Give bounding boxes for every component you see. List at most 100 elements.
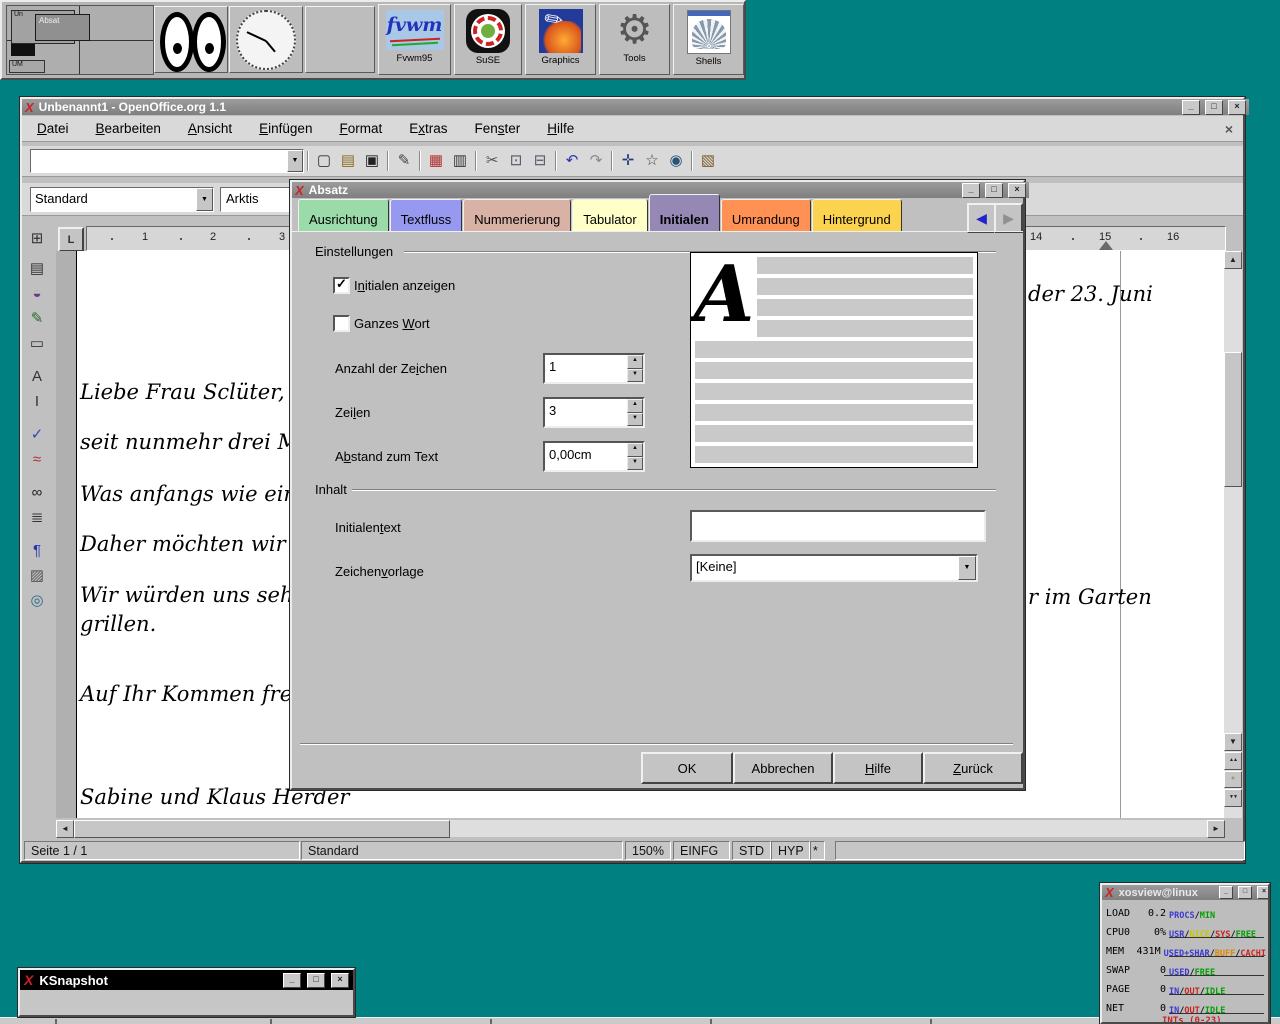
tab-hintergrund[interactable]: Hintergrund — [812, 199, 902, 231]
menu-einfuegen[interactable]: Einfügen — [259, 121, 312, 136]
menu-extras[interactable]: Extras — [409, 121, 447, 136]
maximize-button[interactable]: □ — [1205, 100, 1223, 115]
insert-table-icon[interactable]: ⊞ — [25, 227, 49, 251]
status-insert-mode[interactable]: EINFG — [673, 841, 730, 860]
spin-up-icon[interactable]: ▲ — [627, 443, 643, 457]
dialog-close-button[interactable]: × — [1008, 183, 1026, 198]
scroll-right-button[interactable]: ► — [1207, 820, 1225, 838]
find-replace-icon[interactable]: ∞ — [25, 481, 49, 505]
copy-icon[interactable]: ⊡ — [504, 149, 528, 173]
tab-ausrichtung[interactable]: Ausrichtung — [298, 199, 389, 231]
navigation-button[interactable]: ● — [1224, 771, 1242, 788]
navigator-icon[interactable]: ✛ — [616, 149, 640, 173]
show-dropcaps-label[interactable]: Initialen anzeigen — [354, 278, 455, 293]
insert-icon[interactable]: ▤ — [25, 257, 49, 281]
undo-icon[interactable]: ↶ — [560, 149, 584, 173]
right-indent-marker[interactable] — [1099, 241, 1113, 250]
tab-textfluss[interactable]: Textfluss — [390, 199, 463, 231]
menu-fenster[interactable]: Fenster — [475, 121, 521, 136]
scrollbar-thumb[interactable] — [74, 820, 450, 838]
minimize-button[interactable]: _ — [1182, 100, 1200, 115]
pager-iconified-window[interactable] — [11, 44, 35, 56]
edit-file-icon[interactable]: ✎ — [392, 149, 416, 173]
dropcap-text-input[interactable] — [690, 510, 986, 542]
status-zoom[interactable]: 150% — [625, 841, 671, 860]
paragraph-style-combobox[interactable]: Standard ▼ — [30, 187, 214, 212]
status-hyperlink-mode[interactable]: HYP — [771, 841, 810, 860]
vertical-scrollbar[interactable]: ▲ ▼ ▲▲ ● ▼▼ — [1224, 251, 1242, 818]
ksnapshot-close-button[interactable]: × — [331, 973, 349, 988]
whole-word-checkbox[interactable] — [333, 315, 350, 332]
stylist-icon[interactable]: ☆ — [640, 149, 664, 173]
menu-hilfe[interactable]: Hilfe — [547, 121, 574, 136]
dialog-maximize-button[interactable]: □ — [985, 183, 1003, 198]
num-chars-spinner[interactable]: 1 ▲▼ — [543, 353, 645, 384]
back-button[interactable]: Zurück — [923, 752, 1023, 784]
spin-up-icon[interactable]: ▲ — [627, 399, 643, 413]
show-dropcaps-checkbox[interactable] — [333, 277, 350, 294]
spin-down-icon[interactable]: ▼ — [627, 457, 643, 471]
cancel-button[interactable]: Abbrechen — [733, 752, 833, 784]
hyperlink-icon[interactable]: ◉ — [664, 149, 688, 173]
scrollbar-thumb[interactable] — [1224, 352, 1242, 487]
char-style-dropdown-icon[interactable]: ▼ — [958, 556, 976, 580]
spin-down-icon[interactable]: ▼ — [627, 369, 643, 383]
data-sources-icon[interactable]: ≣ — [25, 506, 49, 530]
tab-tabulator[interactable]: Tabulator — [572, 199, 647, 231]
writer-titlebar[interactable]: X Unbenannt1 - OpenOffice.org 1.1 _ □ × — [22, 99, 1249, 115]
launcher-shells[interactable]: Shells — [673, 4, 744, 75]
menu-datei[interactable]: Datei — [37, 121, 69, 136]
pager-mini-window-front[interactable]: Absat — [35, 14, 90, 41]
online-layout-icon[interactable]: ◎ — [25, 589, 49, 613]
status-page-style[interactable]: Standard — [301, 841, 623, 860]
menu-ansicht[interactable]: Ansicht — [188, 121, 232, 136]
tab-scroll-next-button[interactable]: ▶ — [994, 203, 1023, 233]
scroll-down-button[interactable]: ▼ — [1224, 733, 1242, 751]
print-file-icon[interactable]: ▥ — [448, 149, 472, 173]
launcher-graphics[interactable]: ✎ Graphics — [525, 4, 596, 75]
launcher-tools[interactable]: ⚙ Shells Tools — [599, 4, 670, 75]
distance-spinner[interactable]: 0,00cm ▲▼ — [543, 441, 645, 472]
menu-bearbeiten[interactable]: Bearbeiten — [96, 121, 161, 136]
spin-down-icon[interactable]: ▼ — [627, 413, 643, 427]
style-dropdown-icon[interactable]: ▼ — [196, 188, 213, 211]
tab-initialen[interactable]: Initialen — [649, 194, 720, 231]
horizontal-scrollbar[interactable]: ◄ ► — [56, 820, 1224, 837]
ksnapshot-minimize-button[interactable]: _ — [283, 973, 301, 988]
tab-scroll-prev-button[interactable]: ◀ — [967, 203, 996, 233]
ksnapshot-titlebar[interactable]: X KSnapshot _ □ × — [20, 970, 353, 990]
menu-format[interactable]: Format — [339, 121, 382, 136]
launcher-fvwm95[interactable]: fvwm Fvwm95 — [378, 4, 451, 75]
close-document-button[interactable]: × — [1225, 121, 1233, 137]
close-button[interactable]: × — [1228, 100, 1246, 115]
cut-icon[interactable]: ✂ — [480, 149, 504, 173]
status-selection-mode[interactable]: STD — [732, 841, 771, 860]
url-combobox[interactable]: ▼ — [30, 149, 304, 173]
spin-up-icon[interactable]: ▲ — [627, 355, 643, 369]
previous-page-button[interactable]: ▲▲ — [1224, 752, 1242, 770]
scroll-left-button[interactable]: ◄ — [56, 820, 74, 838]
help-button[interactable]: Hilfe — [833, 752, 923, 784]
redo-icon[interactable]: ↷ — [584, 149, 608, 173]
insert-object-icon[interactable]: ◒ — [25, 282, 49, 306]
whole-word-label[interactable]: Ganzes Wort — [354, 316, 430, 331]
nonprinting-characters-icon[interactable]: ¶ — [25, 539, 49, 563]
launcher-suse[interactable]: SuSE — [454, 4, 522, 75]
auto-spellcheck-icon[interactable]: ≈ — [25, 448, 49, 472]
form-functions-icon[interactable]: ▭ — [25, 332, 49, 356]
export-pdf-icon[interactable]: ▦ — [424, 149, 448, 173]
url-dropdown-icon[interactable]: ▼ — [287, 150, 303, 172]
dialog-minimize-button[interactable]: _ — [962, 183, 980, 198]
spellcheck-icon[interactable]: ✓ — [25, 423, 49, 447]
ksnapshot-maximize-button[interactable]: □ — [307, 973, 325, 988]
tab-type-button[interactable]: L — [58, 227, 84, 252]
xosview-titlebar[interactable]: X xosview@linux _ □ × — [1102, 885, 1270, 900]
xosview-close-button[interactable]: × — [1257, 886, 1270, 899]
xosview-maximize-button[interactable]: □ — [1238, 886, 1252, 899]
draw-functions-icon[interactable]: ✎ — [25, 307, 49, 331]
gallery-icon[interactable]: ▧ — [696, 149, 720, 173]
graphics-on-off-icon[interactable]: ▨ — [25, 564, 49, 588]
char-style-combobox[interactable]: [Keine] ▼ — [690, 554, 978, 582]
tab-nummerierung[interactable]: Nummerierung — [463, 199, 571, 231]
desktop-pager[interactable]: Un Absat UM — [6, 5, 154, 75]
